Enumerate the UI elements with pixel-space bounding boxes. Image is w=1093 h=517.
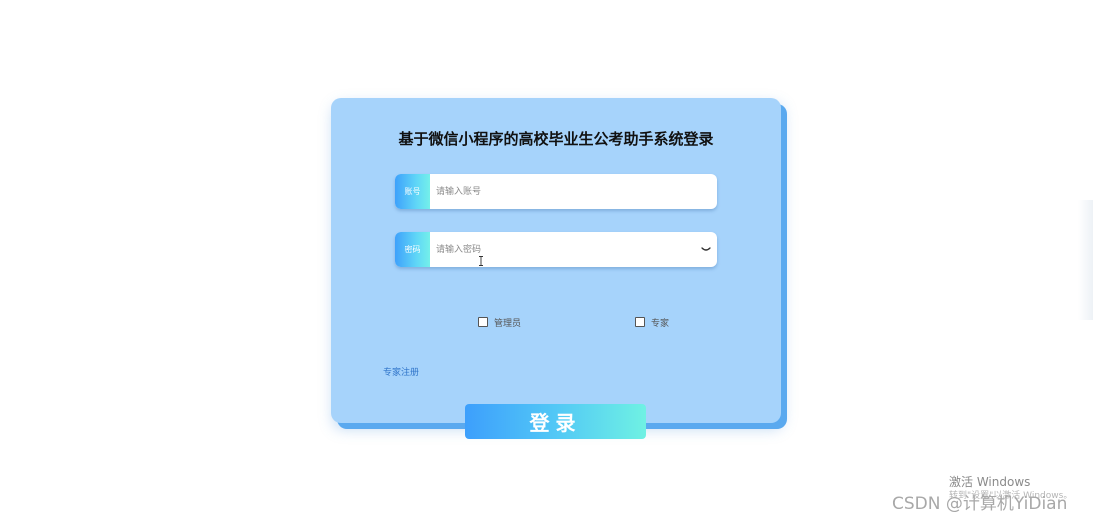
password-prefix-label: 密码 — [395, 232, 430, 267]
role-option-expert[interactable]: 专家 — [635, 316, 670, 329]
password-field: 密码 — [395, 232, 717, 267]
expert-register-link[interactable]: 专家注册 — [383, 365, 419, 378]
page-title: 基于微信小程序的高校毕业生公考助手系统登录 — [398, 130, 714, 148]
account-input[interactable] — [430, 174, 706, 209]
account-field: 账号 — [395, 174, 717, 209]
side-edge-shadow — [1078, 200, 1093, 320]
role-admin-checkbox[interactable] — [478, 317, 488, 327]
role-option-admin[interactable]: 管理员 — [478, 316, 522, 329]
text-cursor-icon — [479, 256, 483, 266]
role-expert-checkbox[interactable] — [635, 317, 645, 327]
csdn-watermark: CSDN @计算机YiDian — [892, 494, 1068, 514]
role-admin-label: 管理员 — [494, 318, 522, 329]
login-card: 基于微信小程序的高校毕业生公考助手系统登录 账号 密码 管理员 专家 专家注册 — [331, 98, 781, 423]
login-button[interactable]: 登录 — [465, 404, 646, 439]
account-prefix-label: 账号 — [395, 174, 430, 209]
eye-closed-icon[interactable] — [701, 244, 711, 254]
password-input[interactable] — [430, 232, 706, 267]
login-page: 基于微信小程序的高校毕业生公考助手系统登录 账号 密码 管理员 专家 专家注册 … — [0, 0, 1093, 517]
role-expert-label: 专家 — [651, 318, 670, 329]
